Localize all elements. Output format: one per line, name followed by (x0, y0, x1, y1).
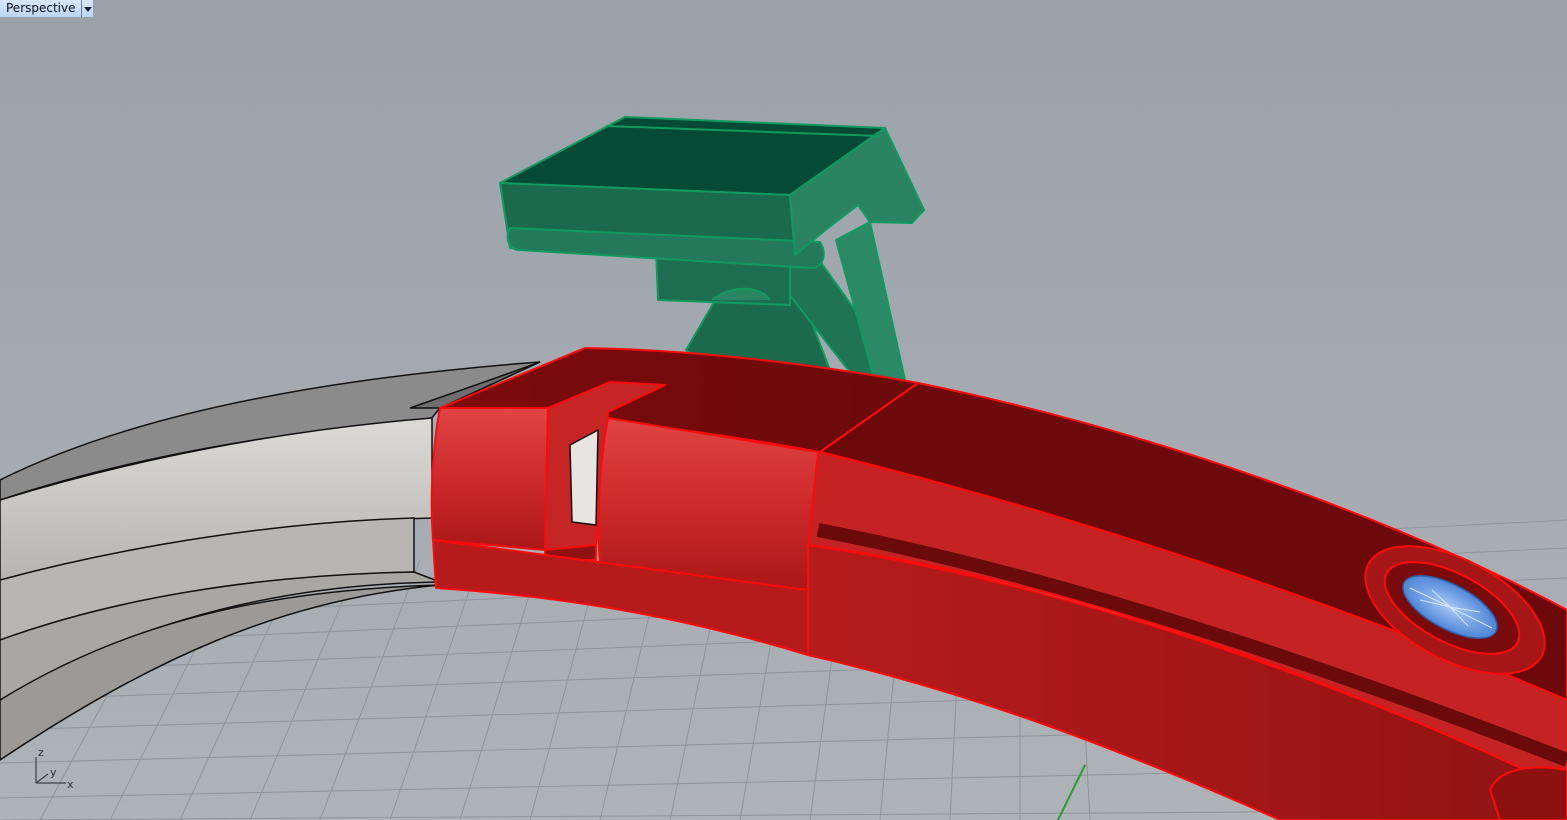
axis-label-x: x (67, 778, 74, 791)
viewport-title-tab[interactable]: Perspective (0, 0, 93, 17)
viewport-title[interactable]: Perspective (0, 0, 82, 17)
axis-label-y: y (50, 766, 57, 779)
axis-label-z: z (38, 746, 44, 759)
perspective-viewport[interactable]: z y x Perspective (0, 0, 1567, 820)
chevron-down-icon[interactable] (81, 0, 93, 17)
model-scene[interactable]: z y x (0, 0, 1567, 820)
